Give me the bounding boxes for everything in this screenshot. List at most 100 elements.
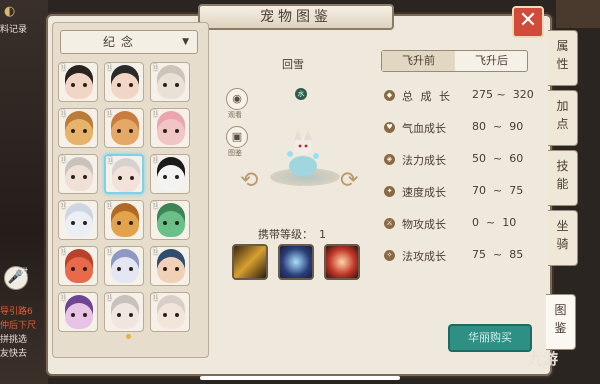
pet-level: 1 xyxy=(61,109,67,118)
pet-cell[interactable]: 1 xyxy=(104,108,144,148)
pet-level: 1 xyxy=(61,155,67,164)
stat-label: 法攻成长 xyxy=(402,250,446,263)
catalog-label: 图鉴 xyxy=(228,149,242,157)
pet-cell[interactable]: 1 xyxy=(104,154,144,194)
pet-cell[interactable]: 1 xyxy=(150,292,190,332)
pet-eyes xyxy=(163,221,179,225)
pet-model[interactable] xyxy=(280,128,326,178)
pet-level: 1 xyxy=(153,293,159,302)
category-dropdown[interactable]: 纪念 ▼ xyxy=(60,30,198,54)
rotate-right-icon[interactable]: ⟳ xyxy=(340,168,358,193)
dialog-title: 宠物图鉴 xyxy=(198,4,394,30)
stat-value: 50 ~ 60 xyxy=(472,152,524,165)
stat-value: 275 ~ 320 xyxy=(472,88,534,101)
stat-row: ◈ 法力成长 50 ~ 60 xyxy=(384,152,534,168)
pet-eyes xyxy=(163,267,179,271)
carry-level-value: 1 xyxy=(319,228,326,241)
pet-level: 1 xyxy=(61,247,67,256)
mana-icon: ◈ xyxy=(384,154,395,165)
stat-label: 总 成 长 xyxy=(402,90,452,103)
pet-eyes xyxy=(71,221,87,225)
pet-level: 1 xyxy=(153,247,159,256)
stat-label: 气血成长 xyxy=(402,122,446,135)
corner-decoration xyxy=(556,0,600,28)
stat-row: ◆ 总 成 长 275 ~ 320 xyxy=(384,88,534,104)
attack-icon: ⚔ xyxy=(384,218,395,229)
pet-cell[interactable]: 1 xyxy=(104,292,144,332)
stat-row: ♥ 气血成长 80 ~ 90 xyxy=(384,120,534,136)
side-tab[interactable]: 图鉴 xyxy=(546,294,576,350)
pet-level: 1 xyxy=(107,293,113,302)
pet-eyes xyxy=(71,175,87,179)
chat-line: 友快去 xyxy=(0,349,28,359)
stat-label: 法力成长 xyxy=(402,154,446,167)
close-button[interactable]: ✕ xyxy=(512,6,544,38)
stat-row: ✧ 法攻成长 75 ~ 85 xyxy=(384,248,534,264)
pet-eyes xyxy=(163,129,179,133)
tab-before-ascension[interactable]: 飞升前 xyxy=(382,51,455,71)
pet-cell[interactable]: 1 xyxy=(58,200,98,240)
card-icon[interactable]: ▣ xyxy=(226,126,248,148)
pet-eyes xyxy=(71,129,87,133)
skill-slot-2[interactable] xyxy=(278,244,314,280)
pet-cell[interactable]: 1 xyxy=(58,108,98,148)
skill-slot-1[interactable] xyxy=(232,244,268,280)
pet-level: 1 xyxy=(107,247,113,256)
side-tab[interactable]: 技能 xyxy=(548,150,578,206)
pet-eyes xyxy=(117,83,133,87)
pet-cell[interactable]: 1 xyxy=(150,108,190,148)
chat-line: 拼挑选 xyxy=(0,335,28,345)
pet-level: 1 xyxy=(153,109,159,118)
pet-cell[interactable]: 1 xyxy=(150,62,190,102)
world-channel-tag: 世 xyxy=(20,267,28,276)
record-icon[interactable]: ◐ xyxy=(4,4,30,22)
pet-level: 1 xyxy=(61,63,67,72)
stat-label: 物攻成长 xyxy=(402,218,446,231)
side-tab[interactable]: 加点 xyxy=(548,90,578,146)
chat-line: 仲后下尺 xyxy=(0,321,37,331)
pet-cell[interactable]: 1 xyxy=(150,154,190,194)
pet-eyes xyxy=(71,313,87,317)
pet-cell[interactable]: 1 xyxy=(104,62,144,102)
pet-level: 1 xyxy=(153,63,159,72)
pet-eyes xyxy=(117,313,133,317)
side-tab[interactable]: 坐骑 xyxy=(548,210,578,266)
chevron-down-icon: ▼ xyxy=(182,37,189,47)
pet-cell[interactable]: 1 xyxy=(58,246,98,286)
pet-cell[interactable]: 1 xyxy=(58,292,98,332)
growth-icon: ◆ xyxy=(384,90,395,101)
pet-eyes xyxy=(117,129,133,133)
rotate-left-icon[interactable]: ⟲ xyxy=(240,168,258,193)
pet-level: 1 xyxy=(107,63,113,72)
close-icon: ✕ xyxy=(518,8,538,33)
pet-level: 1 xyxy=(61,293,67,302)
skill-slot-3[interactable] xyxy=(324,244,360,280)
pet-name: 回雪 xyxy=(282,58,304,71)
pet-eyes xyxy=(118,176,134,180)
pet-cell[interactable]: 1 xyxy=(58,62,98,102)
purchase-button[interactable]: 华丽购买 xyxy=(448,324,532,352)
carry-level: 携带等级： 1 xyxy=(258,226,326,242)
pet-level: 1 xyxy=(107,201,113,210)
record-label: 料记录 xyxy=(0,25,28,35)
pet-cell[interactable]: 1 xyxy=(150,200,190,240)
pet-eyes xyxy=(163,313,179,317)
eye-icon[interactable]: ◉ xyxy=(226,88,248,110)
pet-eyes xyxy=(117,221,133,225)
stat-row: ✦ 速度成长 70 ~ 75 xyxy=(384,184,534,200)
pet-cell[interactable]: 1 xyxy=(150,246,190,286)
home-indicator xyxy=(200,376,400,380)
hp-icon: ♥ xyxy=(384,122,395,133)
category-label: 纪念 xyxy=(102,35,139,49)
pet-cell[interactable]: 1 xyxy=(104,246,144,286)
pet-level: 1 xyxy=(108,156,114,165)
pet-eyes xyxy=(117,267,133,271)
tab-after-ascension[interactable]: 飞升后 xyxy=(455,51,528,71)
pet-cell[interactable]: 1 xyxy=(104,200,144,240)
pet-level: 1 xyxy=(61,201,67,210)
pet-cell[interactable]: 1 xyxy=(58,154,98,194)
speed-icon: ✦ xyxy=(384,186,395,197)
watermark-logo: 九游 xyxy=(528,350,559,368)
side-tab[interactable]: 属性 xyxy=(548,30,578,86)
pet-level: 1 xyxy=(107,109,113,118)
